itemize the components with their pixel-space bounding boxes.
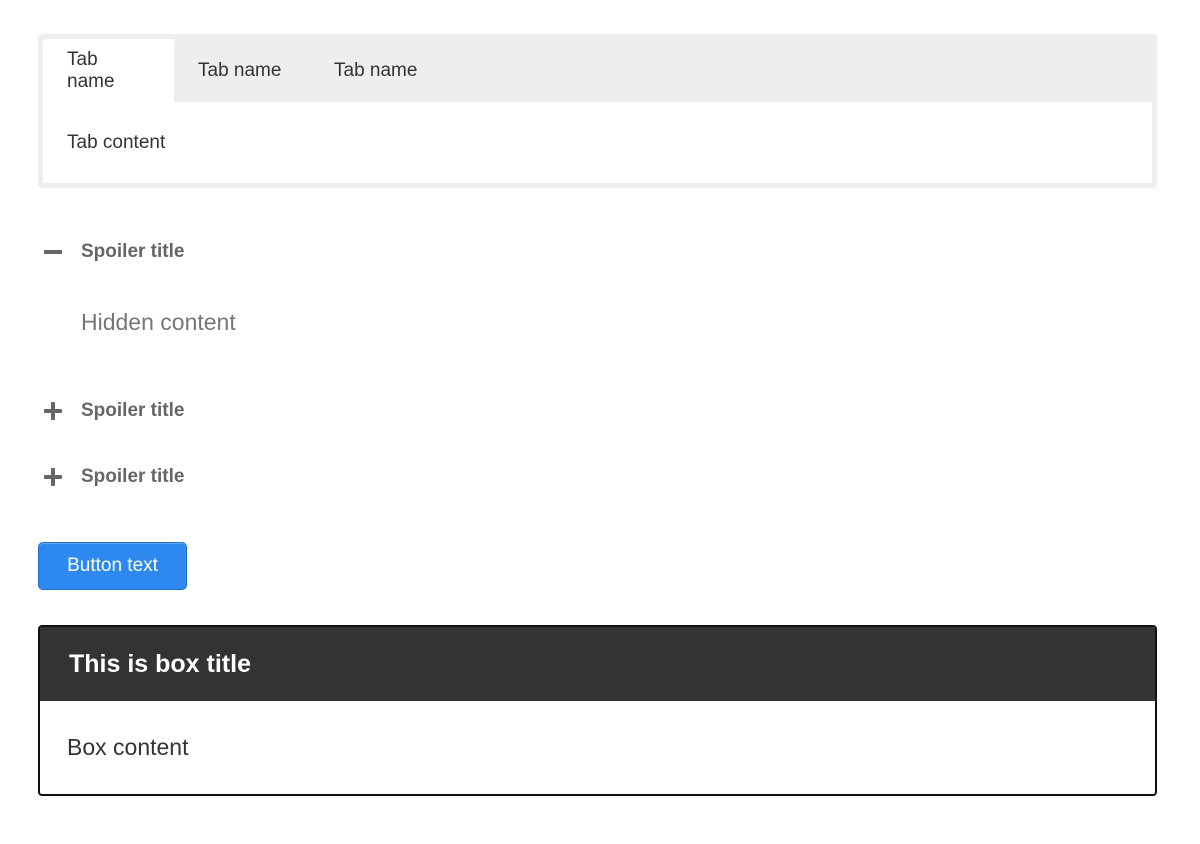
spoiler-2: Spoiler title bbox=[38, 396, 1157, 426]
tab-3[interactable]: Tab name bbox=[310, 39, 446, 102]
spoiler-title-label: Spoiler title bbox=[81, 241, 185, 262]
button-label: Button text bbox=[67, 555, 158, 576]
tab-2[interactable]: Tab name bbox=[174, 39, 310, 102]
spoiler-3: Spoiler title bbox=[38, 462, 1157, 492]
spoiler-1: Spoiler title Hidden content bbox=[38, 237, 1157, 336]
tab-label: Tab name bbox=[334, 59, 418, 81]
spoiler-title[interactable]: Spoiler title bbox=[38, 462, 1157, 492]
tab-content-text: Tab content bbox=[67, 131, 166, 153]
spoiler-title-label: Spoiler title bbox=[81, 466, 185, 487]
tab-nav: Tab name Tab name Tab name bbox=[43, 39, 1152, 102]
box-title: This is box title bbox=[40, 627, 1155, 701]
plus-icon bbox=[38, 396, 68, 426]
tabs-widget: Tab name Tab name Tab name Tab content bbox=[38, 34, 1157, 188]
spoiler-title-label: Spoiler title bbox=[81, 400, 185, 421]
tab-content: Tab content bbox=[43, 102, 1152, 183]
box-content-text: Box content bbox=[67, 734, 189, 760]
box: This is box title Box content bbox=[38, 625, 1157, 796]
minus-icon bbox=[38, 237, 68, 267]
spoiler-title[interactable]: Spoiler title bbox=[38, 237, 1157, 267]
box-content: Box content bbox=[40, 701, 1155, 794]
plus-icon bbox=[38, 462, 68, 492]
spoiler-content: Hidden content bbox=[81, 309, 236, 335]
tab-1[interactable]: Tab name bbox=[43, 39, 174, 102]
spoiler-title[interactable]: Spoiler title bbox=[38, 396, 1157, 426]
tab-label: Tab name bbox=[67, 48, 115, 92]
box-title-text: This is box title bbox=[69, 649, 251, 678]
primary-button[interactable]: Button text bbox=[38, 542, 187, 590]
tab-label: Tab name bbox=[198, 59, 282, 81]
